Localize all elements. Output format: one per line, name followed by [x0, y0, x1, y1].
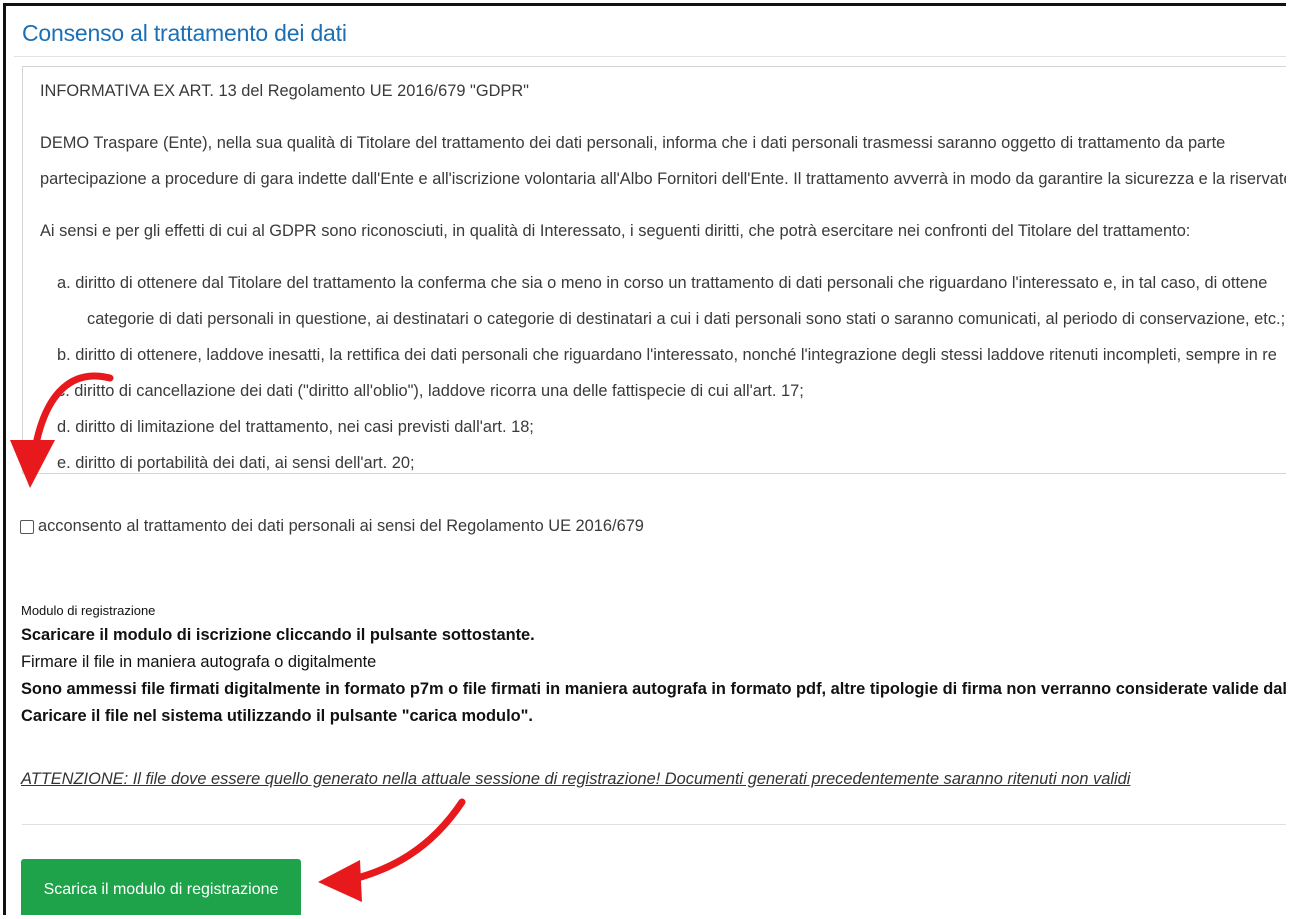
page-title: Consenso al trattamento dei dati — [22, 20, 347, 46]
registration-line-2: Firmare il file in maniera autografa o d… — [21, 653, 377, 671]
divider — [22, 824, 1286, 825]
download-registration-button[interactable]: Scarica il modulo di registrazione — [21, 859, 301, 915]
notice-paragraph-1-line-2: partecipazione a procedure di gara indet… — [40, 170, 1286, 188]
consent-row[interactable]: acconsento al trattamento dei dati perso… — [20, 517, 644, 536]
notice-paragraph-1-line-1: DEMO Traspare (Ente), nella sua qualità … — [40, 134, 1226, 152]
list-item-continuation: categorie di dati personali in questione… — [87, 310, 1286, 328]
consent-checkbox[interactable] — [20, 519, 34, 534]
registration-line-1: Scaricare il modulo di iscrizione clicca… — [21, 626, 535, 644]
divider — [14, 56, 1286, 57]
page-frame: Consenso al trattamento dei dati INFORMA… — [3, 3, 1286, 915]
list-item: b. diritto di ottenere, laddove inesatti… — [57, 346, 1277, 364]
registration-title: Modulo di registrazione — [21, 603, 156, 618]
list-item: e. diritto di portabilità dei dati, ai s… — [57, 454, 415, 472]
list-item: c. diritto di cancellazione dei dati ("d… — [57, 382, 804, 400]
list-item: a. diritto di ottenere dal Titolare del … — [57, 274, 1268, 292]
notice-heading: INFORMATIVA EX ART. 13 del Regolamento U… — [40, 82, 530, 100]
registration-warning: ATTENZIONE: Il file dove essere quello g… — [21, 770, 1131, 788]
registration-line-4: Caricare il file nel sistema utilizzando… — [21, 707, 533, 725]
privacy-notice-scrollbox[interactable]: INFORMATIVA EX ART. 13 del Regolamento U… — [22, 66, 1286, 474]
list-item: d. diritto di limitazione del trattament… — [57, 418, 534, 436]
consent-label: acconsento al trattamento dei dati perso… — [38, 517, 644, 535]
registration-line-3: Sono ammessi file firmati digitalmente i… — [21, 680, 1286, 698]
notice-paragraph-2: Ai sensi e per gli effetti di cui al GDP… — [40, 222, 1191, 240]
